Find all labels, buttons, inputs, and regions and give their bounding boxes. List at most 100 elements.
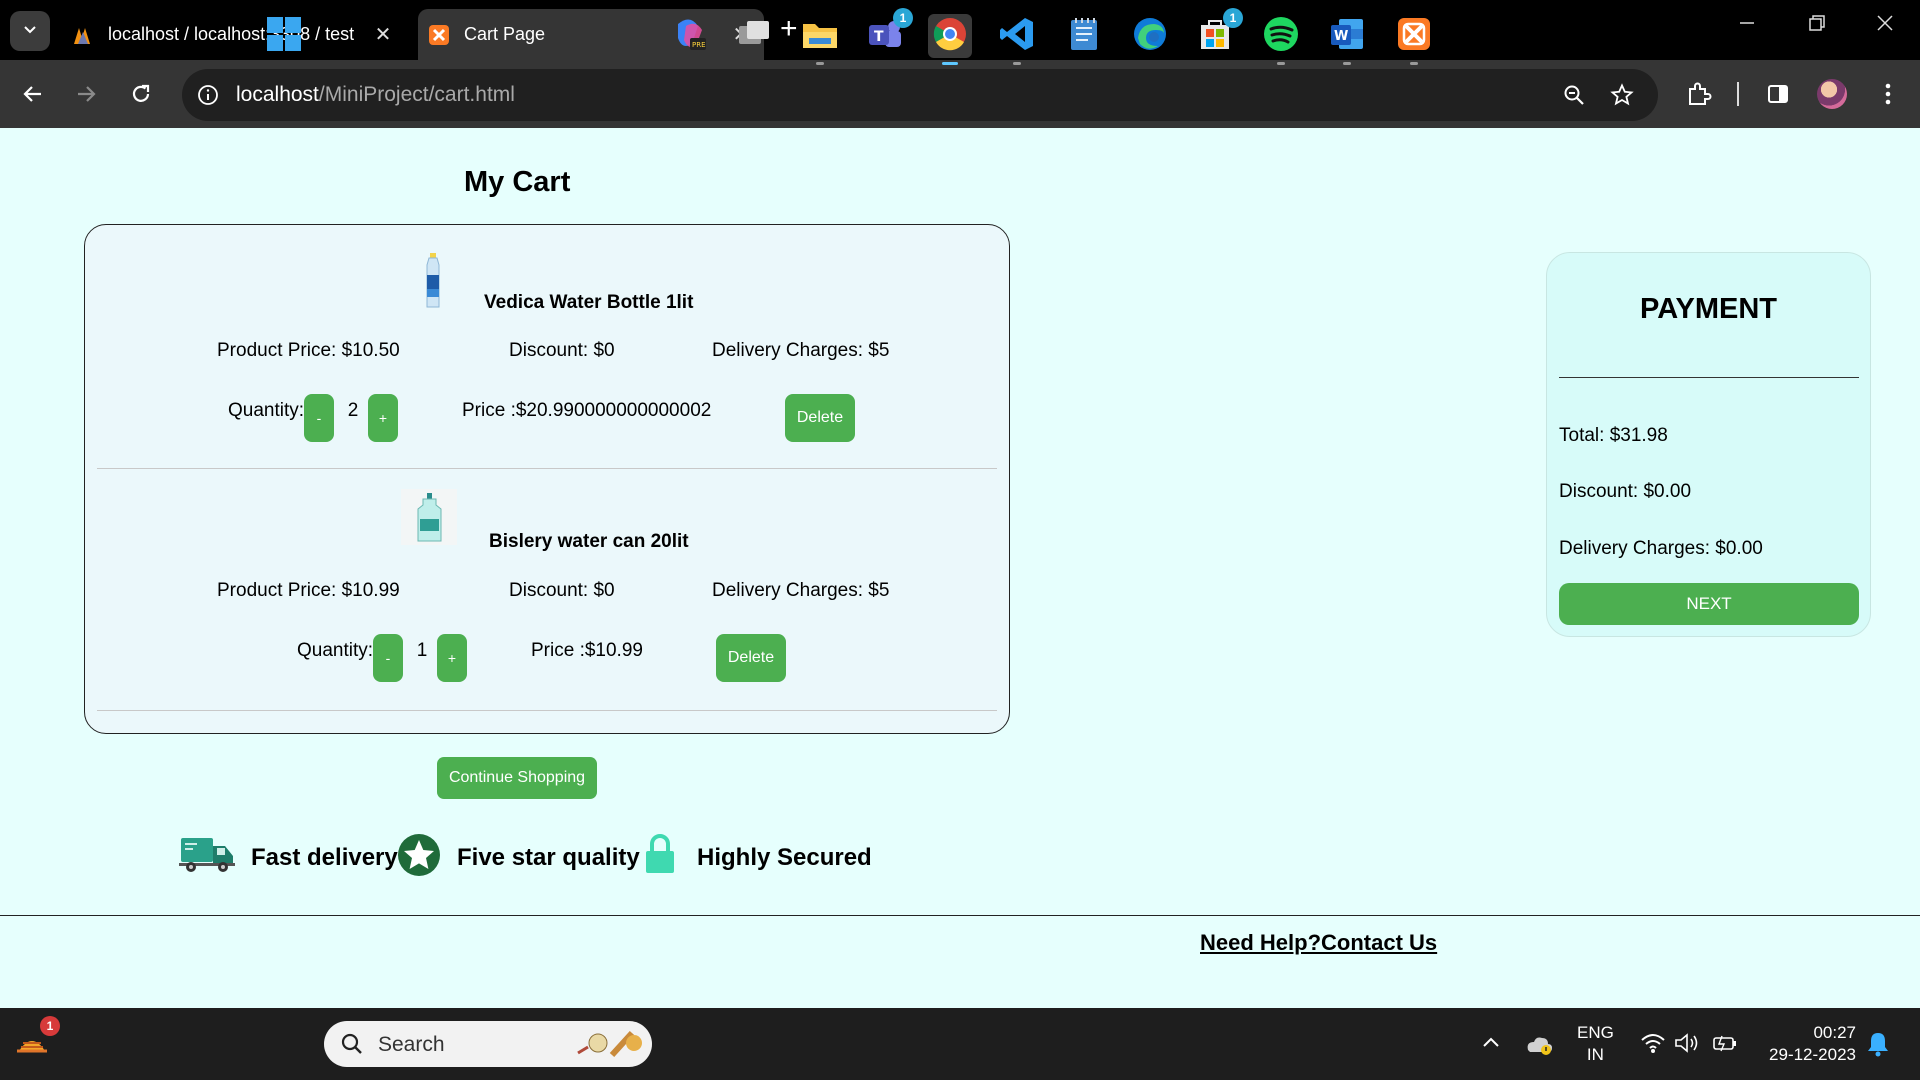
- feature-label: Five star quality: [457, 844, 640, 871]
- onedrive-icon[interactable]: [1524, 1032, 1554, 1061]
- increase-quantity-button[interactable]: +: [368, 394, 398, 442]
- extensions-icon[interactable]: [1683, 78, 1715, 110]
- copilot-app[interactable]: PRE: [668, 14, 712, 58]
- increase-quantity-button[interactable]: +: [437, 634, 467, 682]
- delivery-charges: Delivery Charges: $5: [712, 340, 890, 361]
- vscode-app[interactable]: [995, 14, 1039, 65]
- product-image-water-can: [401, 487, 457, 547]
- reload-icon[interactable]: [123, 76, 159, 112]
- address-bar[interactable]: localhost/MiniProject/cart.html: [182, 69, 1658, 121]
- delete-button[interactable]: Delete: [716, 634, 786, 682]
- chrome-icon: [932, 16, 968, 57]
- search-icon: [340, 1032, 364, 1061]
- notification-bell-icon[interactable]: [1866, 1031, 1890, 1062]
- notepad-app[interactable]: [1062, 14, 1106, 58]
- spotify-icon: [1263, 16, 1299, 57]
- folder-icon: [801, 18, 839, 55]
- product-name: Bislery water can 20lit: [489, 531, 689, 552]
- battery-icon[interactable]: [1712, 1032, 1738, 1059]
- phpmyadmin-icon: [72, 24, 94, 46]
- minimize-icon[interactable]: [1738, 14, 1756, 38]
- cart-item: Bislery water can 20lit Product Price: $…: [97, 479, 997, 711]
- spotify-app[interactable]: [1259, 14, 1303, 65]
- edge-app[interactable]: [1128, 14, 1172, 58]
- line-price: Price :$20.990000000000002: [462, 400, 712, 421]
- start-button[interactable]: [262, 14, 306, 58]
- url-path: /MiniProject/cart.html: [318, 83, 515, 106]
- task-view-app[interactable]: [733, 14, 777, 58]
- tab-search-button[interactable]: [10, 11, 50, 51]
- continue-shopping-button[interactable]: Continue Shopping: [437, 757, 597, 799]
- xampp-icon: [1396, 16, 1432, 57]
- profile-avatar[interactable]: [1817, 79, 1847, 109]
- menu-kebab-icon[interactable]: [1872, 78, 1904, 110]
- clock-date: 29-12-2023: [1769, 1045, 1856, 1064]
- file-explorer-app[interactable]: [798, 14, 842, 65]
- close-window-icon[interactable]: [1876, 14, 1894, 38]
- running-indicator: [1410, 62, 1418, 65]
- windows-icon: [266, 16, 302, 57]
- line-price: Price :$10.99: [531, 640, 643, 661]
- product-discount: Discount: $0: [509, 580, 615, 601]
- delete-button[interactable]: Delete: [785, 394, 855, 442]
- language-indicator[interactable]: ENG IN: [1577, 1022, 1614, 1066]
- svg-text:W: W: [1334, 29, 1348, 44]
- toolbar-divider: [1737, 82, 1739, 106]
- volume-icon[interactable]: [1674, 1032, 1700, 1059]
- search-placeholder: Search: [378, 1033, 445, 1056]
- quantity-label: Quantity:: [228, 400, 305, 421]
- tab-cart-page[interactable]: Cart Page ✕: [418, 9, 764, 60]
- search-highlight-icon: [574, 1025, 644, 1068]
- restore-icon[interactable]: [1808, 14, 1826, 38]
- tab-phpmyadmin[interactable]: localhost / localhost:3308 / test ✕: [62, 9, 406, 60]
- back-icon[interactable]: [15, 76, 51, 112]
- product-price: Product Price: $10.50: [217, 340, 400, 361]
- xampp-app[interactable]: [1392, 14, 1436, 65]
- store-app[interactable]: 1: [1193, 8, 1243, 58]
- page-title: My Cart: [464, 166, 571, 198]
- edge-icon: [1132, 16, 1168, 57]
- site-info-icon[interactable]: [194, 81, 222, 109]
- new-tab-button[interactable]: +: [780, 14, 798, 44]
- widgets-button[interactable]: 1: [10, 1016, 60, 1066]
- vscode-icon: [999, 16, 1035, 57]
- payment-panel: PAYMENT Total: $31.98 Discount: $0.00 De…: [1546, 252, 1871, 637]
- contact-us-link[interactable]: Need Help?Contact Us: [1200, 930, 1437, 956]
- teams-app[interactable]: T 1: [863, 8, 913, 58]
- word-app[interactable]: W: [1325, 14, 1369, 65]
- running-indicator: [942, 62, 958, 65]
- product-name: Vedica Water Bottle 1lit: [484, 292, 694, 313]
- payment-delivery: Delivery Charges: $0.00: [1559, 538, 1763, 559]
- running-indicator: [1277, 62, 1285, 65]
- url-text[interactable]: localhost/MiniProject/cart.html: [236, 83, 515, 107]
- chevron-up-icon[interactable]: [1480, 1032, 1502, 1059]
- chevron-down-icon: [22, 21, 38, 42]
- notification-badge: 1: [893, 8, 913, 28]
- next-button[interactable]: NEXT: [1559, 583, 1859, 625]
- browser-toolbar: localhost/MiniProject/cart.html: [0, 60, 1920, 128]
- feature-label: Fast delivery: [251, 844, 398, 871]
- url-host: localhost: [236, 83, 319, 106]
- product-price: Product Price: $10.99: [217, 580, 400, 601]
- running-indicator: [816, 62, 824, 65]
- chrome-app[interactable]: [928, 14, 972, 65]
- task-view-icon: [737, 18, 773, 55]
- notification-badge: 1: [1223, 8, 1243, 28]
- decrease-quantity-button[interactable]: -: [373, 634, 403, 682]
- clock[interactable]: 00:27 29-12-2023: [1760, 1022, 1856, 1066]
- taskbar-search[interactable]: Search: [324, 1021, 652, 1067]
- region-code: IN: [1586, 1045, 1604, 1064]
- notepad-icon: [1068, 16, 1100, 57]
- wifi-icon[interactable]: [1640, 1032, 1666, 1059]
- bookmark-star-icon[interactable]: [1608, 81, 1636, 109]
- zoom-icon[interactable]: [1560, 81, 1588, 109]
- decrease-quantity-button[interactable]: -: [304, 394, 334, 442]
- cart-container: Vedica Water Bottle 1lit Product Price: …: [84, 224, 1010, 734]
- xampp-icon: [428, 24, 450, 46]
- side-panel-icon[interactable]: [1762, 78, 1794, 110]
- product-discount: Discount: $0: [509, 340, 615, 361]
- payment-discount: Discount: $0.00: [1559, 481, 1692, 502]
- forward-icon[interactable]: [68, 76, 104, 112]
- truck-icon: [179, 832, 235, 876]
- close-tab-icon[interactable]: ✕: [368, 22, 398, 47]
